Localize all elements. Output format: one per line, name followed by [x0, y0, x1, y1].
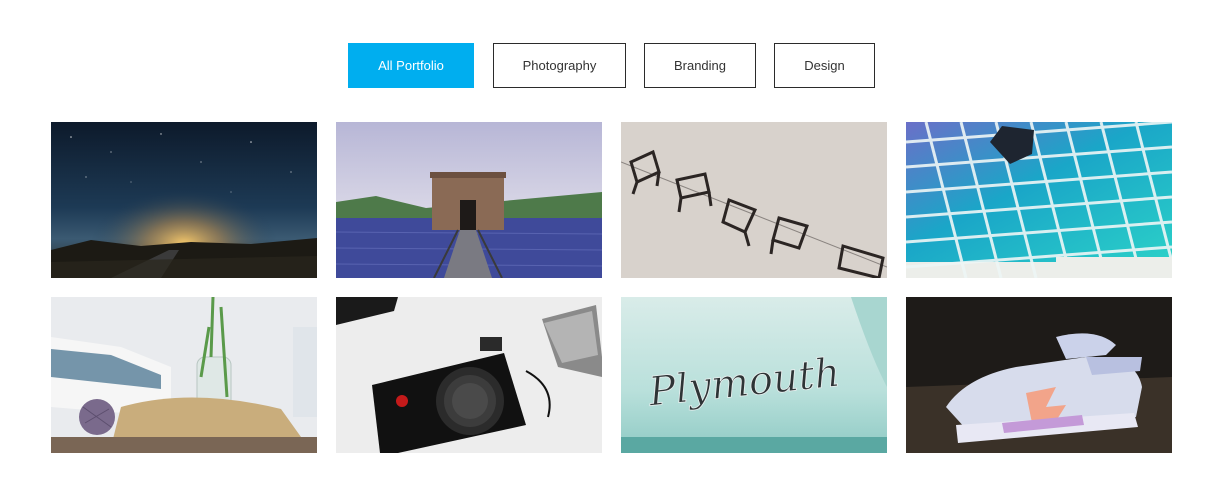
portfolio-item-floating-chairs[interactable] — [621, 122, 887, 278]
book-vase-image — [51, 297, 317, 453]
portfolio-item-book-vase[interactable] — [51, 297, 317, 453]
portfolio-grid: Plymouth — [51, 122, 1172, 453]
portfolio-item-sneakers[interactable] — [906, 297, 1172, 453]
plymouth-emblem-image: Plymouth — [621, 297, 887, 453]
floating-chairs-image — [621, 122, 887, 278]
filter-all-portfolio-button[interactable]: All Portfolio — [348, 43, 474, 88]
camera-image — [336, 297, 602, 453]
filter-photography-button[interactable]: Photography — [493, 43, 626, 88]
night-sky-image — [51, 122, 317, 278]
pier-tower-image — [336, 122, 602, 278]
portfolio-item-night-sky[interactable] — [51, 122, 317, 278]
sneakers-image — [906, 297, 1172, 453]
portfolio-filter-bar: All Portfolio Photography Branding Desig… — [0, 43, 1223, 88]
portfolio-item-plymouth[interactable]: Plymouth — [621, 297, 887, 453]
portfolio-item-camera[interactable] — [336, 297, 602, 453]
portfolio-item-pier-tower[interactable] — [336, 122, 602, 278]
filter-design-button[interactable]: Design — [774, 43, 875, 88]
color-swatches-image — [906, 122, 1172, 278]
portfolio-item-color-swatches[interactable] — [906, 122, 1172, 278]
filter-branding-button[interactable]: Branding — [644, 43, 756, 88]
